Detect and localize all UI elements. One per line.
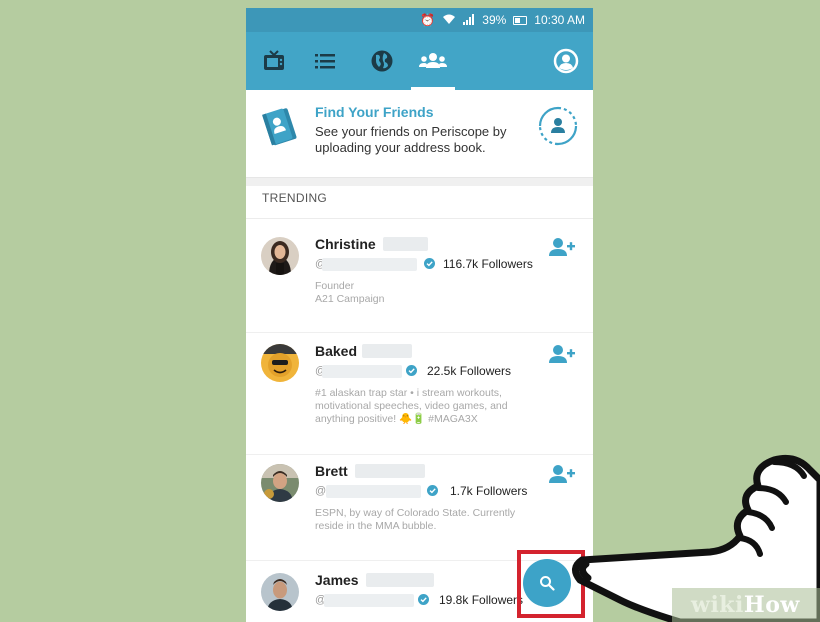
profile-button[interactable] [544, 32, 588, 90]
redacted-name [362, 344, 412, 358]
bio-line: ESPN, by way of Colorado State. Currentl… [315, 507, 516, 519]
tab-list[interactable] [303, 32, 347, 90]
battery-percent: 39% [482, 13, 507, 27]
redacted-handle [326, 485, 421, 498]
clock: 10:30 AM [534, 13, 585, 27]
user-name: Brett [315, 463, 348, 479]
add-user-button[interactable] [549, 344, 575, 366]
follower-count: 22.5k Followers [427, 364, 512, 378]
user-name: Christine [315, 236, 376, 252]
watermark-how: How [743, 592, 800, 618]
alarm-icon: ⏰ [420, 13, 436, 27]
sync-contacts-icon [538, 106, 578, 146]
tutorial-stage: ⏰ 39% 10:30 AM Find Your Friends See you… [0, 0, 820, 622]
avatar[interactable] [261, 237, 299, 275]
find-friends-title: Find Your Friends [315, 104, 434, 120]
bio-line: #1 alaskan trap star • i stream workouts… [315, 387, 502, 399]
globe-icon [371, 50, 393, 72]
redacted-name [355, 464, 425, 478]
top-nav [246, 32, 593, 90]
tab-tv[interactable] [252, 32, 296, 90]
redacted-handle [322, 365, 402, 378]
divider [246, 332, 593, 333]
follower-count: 1.7k Followers [450, 484, 528, 498]
status-bar: ⏰ 39% 10:30 AM [246, 8, 593, 32]
watermark-wiki: wiki [691, 592, 744, 618]
redacted-name [383, 237, 428, 251]
follower-count: 116.7k Followers [443, 257, 533, 271]
wifi-icon [442, 14, 456, 27]
people-icon [419, 53, 447, 68]
user-bio: ESPN, by way of Colorado State. Currentl… [315, 507, 563, 533]
bio-line: motivational speeches, video games, and [315, 400, 508, 412]
bio-line: reside in the MMA bubble. [315, 520, 437, 532]
user-handle: @ [315, 485, 327, 497]
bio-line: anything positive! 🐥🔋 #MAGA3X [315, 413, 478, 425]
trending-header: TRENDING [262, 191, 328, 205]
verified-icon [406, 365, 417, 376]
redacted-handle [322, 258, 417, 271]
avatar[interactable] [261, 344, 299, 382]
bio-line: Founder [315, 280, 355, 292]
phone-screen: ⏰ 39% 10:30 AM Find Your Friends See you… [246, 8, 593, 622]
tab-people[interactable] [411, 32, 455, 90]
user-name: James [315, 572, 359, 588]
find-friends-card[interactable]: Find Your Friends See your friends on Pe… [246, 90, 593, 178]
bio-line: A21 Campaign [315, 293, 385, 305]
wikihow-watermark: wikiHow [691, 592, 800, 618]
redacted-handle [324, 594, 414, 607]
verified-icon [418, 594, 429, 605]
tab-globe[interactable] [360, 32, 404, 90]
user-bio: #1 alaskan trap star • i stream workouts… [315, 387, 563, 426]
battery-icon [513, 15, 528, 25]
avatar[interactable] [261, 573, 299, 611]
avatar[interactable] [261, 464, 299, 502]
address-book-icon [262, 108, 297, 146]
list-icon [315, 54, 335, 69]
tv-icon [264, 50, 284, 70]
divider [246, 218, 593, 219]
add-user-button[interactable] [549, 237, 575, 259]
profile-icon [553, 48, 579, 74]
divider [246, 454, 593, 455]
verified-icon [424, 258, 435, 269]
user-bio: Founder A21 Campaign [315, 280, 563, 306]
redacted-name [366, 573, 434, 587]
signal-icon [463, 13, 475, 27]
user-name: Baked [315, 343, 358, 359]
verified-icon [427, 485, 438, 496]
follower-count: 19.8k Followers [439, 593, 524, 607]
section-separator [246, 178, 593, 186]
find-friends-description: See your friends on Periscope by uploadi… [315, 124, 507, 155]
